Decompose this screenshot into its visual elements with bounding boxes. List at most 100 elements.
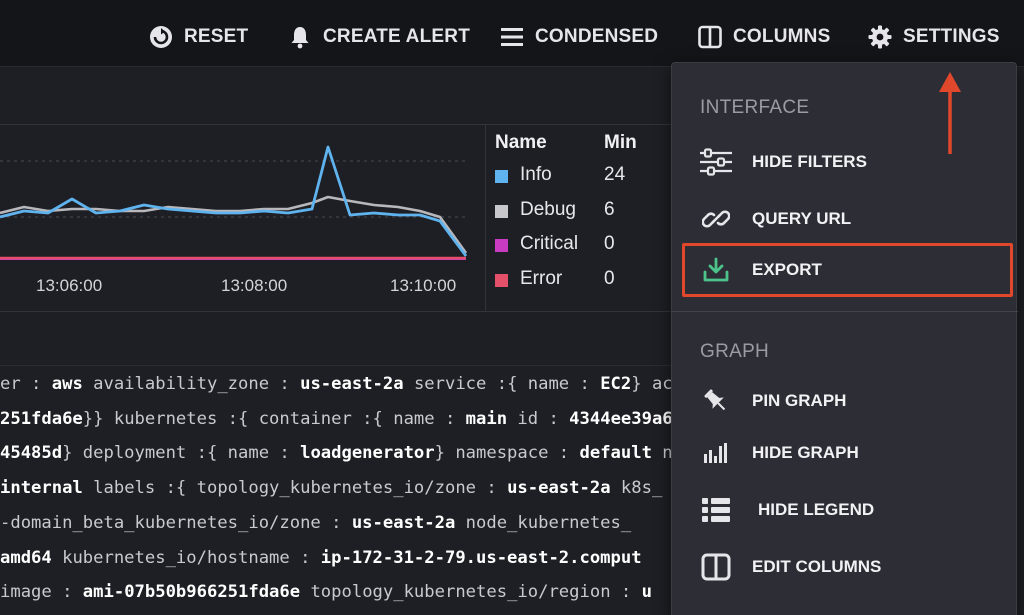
- log-value: 251fda6e: [0, 409, 83, 429]
- create-alert-button[interactable]: CREATE ALERT: [287, 20, 470, 54]
- log-key: availability_zone :: [82, 374, 301, 394]
- divider: [0, 311, 672, 312]
- log-value: internal: [0, 478, 83, 498]
- log-key: kubernetes_io/hostname :: [51, 548, 321, 568]
- sliders-icon: [698, 146, 734, 178]
- columns-icon: [698, 25, 722, 49]
- divider: [0, 365, 672, 366]
- legend-series-name: Info: [520, 164, 552, 185]
- log-line[interactable]: -domain_beta_kubernetes_io/zone : us-eas…: [0, 513, 631, 548]
- log-key: } deployment :{ name :: [62, 443, 301, 463]
- log-line[interactable]: image : ami-07b50b966251fda6e topology_k…: [0, 582, 652, 615]
- reset-label: RESET: [184, 26, 249, 47]
- create-alert-label: CREATE ALERT: [323, 26, 471, 47]
- bell-icon: [291, 27, 309, 49]
- log-key: image :: [0, 582, 83, 602]
- log-line[interactable]: er : aws availability_zone : us-east-2a …: [0, 374, 683, 409]
- reset-button[interactable]: RESET: [148, 20, 248, 54]
- top-toolbar: RESET CREATE ALERT CONDENSED COLUMNS SET…: [0, 0, 1024, 67]
- log-key: node_kubernetes_: [455, 513, 632, 533]
- log-key: topology_kubernetes_io/region :: [300, 582, 642, 602]
- log-value: EC2: [600, 374, 632, 394]
- legend-series-name: Debug: [520, 199, 576, 220]
- x-tick-label: 13:08:00: [221, 276, 288, 295]
- log-value: amd64: [0, 548, 52, 568]
- legend-row-error[interactable]: Error 0: [495, 266, 671, 296]
- query-url-item[interactable]: QUERY URL: [672, 195, 1018, 243]
- columns-icon: [698, 551, 734, 583]
- interface-heading: INTERFACE: [700, 97, 810, 118]
- legend-swatch: [495, 239, 508, 252]
- debug-series-line: [0, 195, 468, 254]
- log-line[interactable]: 251fda6e}} kubernetes :{ container :{ na…: [0, 409, 683, 444]
- x-tick-label: 13:06:00: [36, 276, 103, 295]
- legend-series-name: Error: [520, 268, 563, 289]
- log-value: default: [579, 443, 652, 463]
- export-highlight-box: [682, 243, 1013, 297]
- log-value: 45485d: [0, 443, 63, 463]
- log-line[interactable]: amd64 kubernetes_io/hostname : ip-172-31…: [0, 548, 642, 583]
- log-value: u: [641, 582, 652, 602]
- log-line[interactable]: 45485d} deployment :{ name : loadgenerat…: [0, 443, 673, 478]
- edit-columns-item[interactable]: EDIT COLUMNS: [672, 543, 1018, 591]
- legend-swatch: [495, 274, 508, 287]
- condensed-button[interactable]: CONDENSED: [499, 20, 658, 54]
- log-key: id :: [507, 409, 570, 429]
- pin-icon: [698, 385, 734, 417]
- settings-button[interactable]: SETTINGS: [867, 20, 1000, 54]
- menu-item-label: HIDE FILTERS: [752, 152, 867, 171]
- menu-divider: [672, 311, 1018, 312]
- bar-chart-icon: [698, 437, 734, 469]
- log-key: } namespace :: [434, 443, 580, 463]
- reset-icon: [150, 26, 172, 48]
- columns-button[interactable]: COLUMNS: [697, 20, 830, 54]
- legend-row-critical[interactable]: Critical 0: [495, 231, 671, 261]
- gear-icon: [868, 25, 892, 49]
- legend-series-min: 0: [604, 233, 615, 254]
- hide-graph-item[interactable]: HIDE GRAPH: [672, 429, 1018, 477]
- log-value: loadgenerator: [300, 443, 435, 463]
- log-value: us-east-2a: [351, 513, 456, 533]
- legend-row-info[interactable]: Info 24: [495, 162, 671, 192]
- log-key: labels :{ topology_kubernetes_io/zone :: [82, 478, 508, 498]
- log-line[interactable]: internal labels :{ topology_kubernetes_i…: [0, 478, 662, 513]
- log-key: n: [651, 443, 673, 463]
- list-icon: [698, 494, 734, 526]
- graph-heading: GRAPH: [700, 341, 770, 362]
- log-key: k8s_: [610, 478, 663, 498]
- log-value: main: [465, 409, 508, 429]
- hide-filters-item[interactable]: HIDE FILTERS: [672, 138, 1018, 186]
- log-value: ip-172-31-2-79.us-east-2.comput: [320, 548, 642, 568]
- log-value: 4344ee39a6a: [569, 409, 683, 429]
- log-key: service :{ name :: [403, 374, 601, 394]
- legend-swatch: [495, 205, 508, 218]
- settings-label: SETTINGS: [903, 26, 1000, 47]
- log-key: -domain_beta_kubernetes_io/zone :: [0, 513, 352, 533]
- menu-item-label: QUERY URL: [752, 209, 852, 228]
- log-value: ami-07b50b966251fda6e: [82, 582, 301, 602]
- columns-label: COLUMNS: [733, 26, 831, 47]
- x-tick-label: 13:10:00: [390, 276, 457, 295]
- menu-item-label: HIDE LEGEND: [758, 500, 875, 519]
- settings-menu: INTERFACE HIDE FILTERS QUERY URL EXPORT …: [671, 62, 1018, 615]
- log-key: :: [20, 374, 52, 394]
- info-series-line: [0, 145, 468, 257]
- menu-item-label: EDIT COLUMNS: [752, 557, 882, 576]
- legend-name-header: Name: [495, 132, 547, 153]
- legend-series-min: 24: [604, 164, 626, 185]
- menu-item-label: HIDE GRAPH: [752, 443, 859, 462]
- legend-min-header: Min: [604, 132, 637, 153]
- legend-swatch: [495, 170, 508, 183]
- legend-row-debug[interactable]: Debug 6: [495, 197, 671, 227]
- condensed-label: CONDENSED: [535, 26, 659, 47]
- log-value: us-east-2a: [507, 478, 611, 498]
- annotation-arrow: [939, 72, 961, 154]
- menu-item-label: PIN GRAPH: [752, 391, 847, 410]
- legend-series-min: 0: [604, 268, 615, 289]
- filter-bar-area: [0, 67, 672, 124]
- log-value: us-east-2a: [300, 374, 404, 394]
- pin-graph-item[interactable]: PIN GRAPH: [672, 377, 1018, 425]
- link-icon: [698, 203, 734, 235]
- hide-legend-item[interactable]: HIDE LEGEND: [672, 486, 1018, 534]
- log-key: er: [0, 374, 21, 394]
